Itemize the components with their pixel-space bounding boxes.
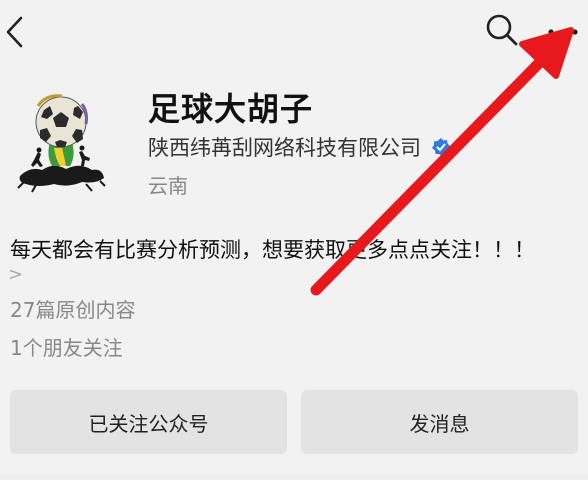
followed-account-label: 已关注公众号 <box>88 411 209 436</box>
avatar[interactable] <box>16 90 106 194</box>
company-row: 陕西纬苒刮网络科技有限公司 <box>148 132 451 162</box>
followed-account-button[interactable]: 已关注公众号 <box>10 390 287 454</box>
verified-badge-icon <box>431 137 451 157</box>
region-label: 云南 <box>148 174 188 198</box>
search-icon <box>486 14 518 46</box>
bottom-divider <box>0 474 588 480</box>
more-button[interactable] <box>543 18 583 46</box>
account-name: 足球大胡子 <box>148 90 314 128</box>
send-message-label: 发消息 <box>409 411 470 436</box>
soccer-trophy-logo <box>17 94 106 193</box>
expand-description-chevron-icon[interactable]: > <box>8 264 23 285</box>
account-description: 每天都会有比赛分析预测，想要获取更多点点关注！！！ <box>10 238 535 262</box>
top-bar <box>0 0 588 64</box>
friends-following-count[interactable]: 1个朋友关注 <box>10 332 123 361</box>
company-name[interactable]: 陕西纬苒刮网络科技有限公司 <box>148 132 421 162</box>
more-horizontal-icon <box>548 29 578 35</box>
original-articles-count[interactable]: 27篇原创内容 <box>10 294 135 323</box>
back-button[interactable] <box>0 12 30 52</box>
search-button[interactable] <box>484 12 520 48</box>
send-message-button[interactable]: 发消息 <box>301 390 578 454</box>
chevron-left-icon <box>6 16 23 48</box>
